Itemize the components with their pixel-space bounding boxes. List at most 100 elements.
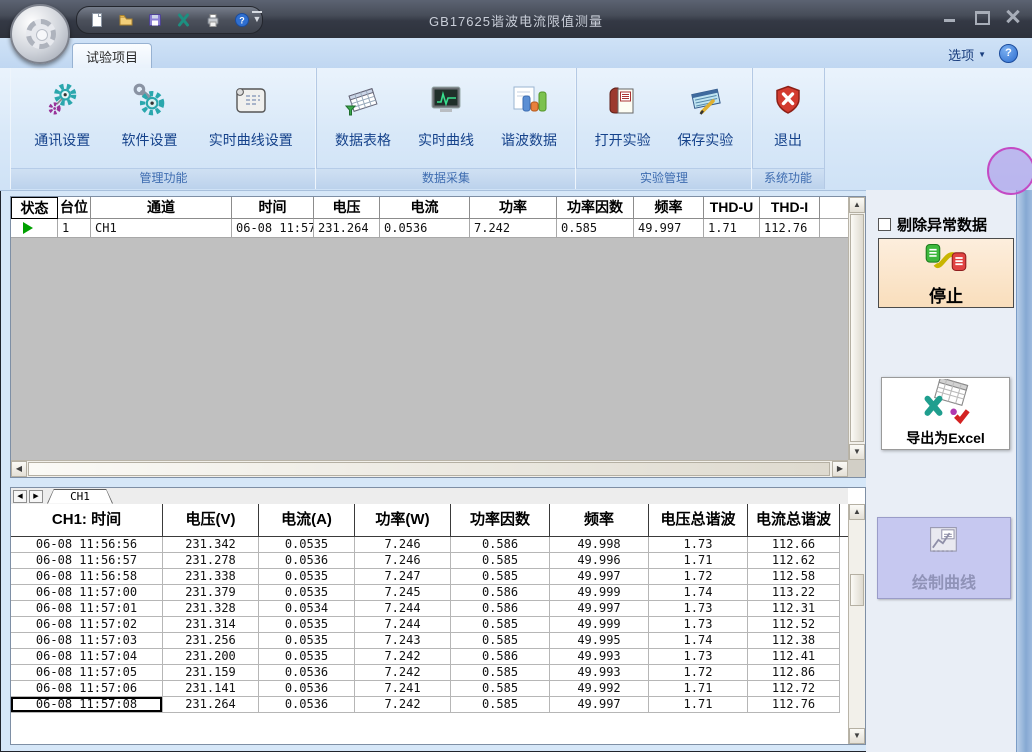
data-cell[interactable]: 231.342 <box>163 537 259 553</box>
data-cell[interactable]: 06-08 11:57:02 <box>11 617 163 633</box>
data-cell[interactable]: 7.245 <box>355 585 451 601</box>
data-cell[interactable]: 0.585 <box>451 681 550 697</box>
status-col-header-4[interactable]: 电压 <box>314 197 380 219</box>
data-cell[interactable]: 1.74 <box>649 585 748 601</box>
status-cell-8[interactable]: 49.997 <box>634 219 704 238</box>
table-row[interactable]: 06-08 11:57:05231.1590.05367.2420.58549.… <box>11 665 848 681</box>
scroll-right-button[interactable]: ▶ <box>832 461 848 477</box>
sheet-next-button[interactable]: ▶ <box>29 490 43 503</box>
stop-button[interactable]: 停止 <box>878 238 1014 308</box>
data-cell[interactable]: 112.66 <box>748 537 840 553</box>
comm-settings-button[interactable]: 通讯设置 <box>26 74 98 168</box>
data-cell[interactable]: 0.0536 <box>259 553 355 569</box>
data-cell[interactable]: 0.585 <box>451 697 550 713</box>
data-cell[interactable]: 113.22 <box>748 585 840 601</box>
data-cell[interactable]: 1.73 <box>649 537 748 553</box>
data-cell[interactable]: 7.242 <box>355 697 451 713</box>
data-cell[interactable]: 112.62 <box>748 553 840 569</box>
data-cell[interactable]: 0.585 <box>451 665 550 681</box>
data-cell[interactable]: 06-08 11:57:03 <box>11 633 163 649</box>
status-cell-9[interactable]: 1.71 <box>704 219 760 238</box>
data-cell[interactable]: 1.74 <box>649 633 748 649</box>
table-row[interactable]: 06-08 11:57:03231.2560.05357.2430.58549.… <box>11 633 848 649</box>
data-cell[interactable]: 49.993 <box>550 649 649 665</box>
data-cell[interactable]: 1.73 <box>649 617 748 633</box>
status-cell-7[interactable]: 0.585 <box>557 219 634 238</box>
status-cell-1[interactable]: 1 <box>58 219 91 238</box>
data-cell[interactable]: 49.995 <box>550 633 649 649</box>
draw-curve-button[interactable]: 绘制曲线 <box>877 517 1011 599</box>
data-cell[interactable]: 231.141 <box>163 681 259 697</box>
sheet-prev-button[interactable]: ◀ <box>13 490 27 503</box>
data-cell[interactable]: 231.256 <box>163 633 259 649</box>
status-cell-0[interactable] <box>11 219 58 238</box>
data-cell[interactable]: 0.0535 <box>259 585 355 601</box>
data-cell[interactable]: 1.73 <box>649 649 748 665</box>
data-cell[interactable]: 06-08 11:57:04 <box>11 649 163 665</box>
status-cell-2[interactable]: CH1 <box>91 219 232 238</box>
data-cell[interactable]: 112.76 <box>748 697 840 713</box>
status-col-header-5[interactable]: 电流 <box>380 197 470 219</box>
data-cell[interactable]: 0.0535 <box>259 633 355 649</box>
scrollbar-thumb[interactable] <box>850 214 864 442</box>
status-cell-6[interactable]: 7.242 <box>470 219 557 238</box>
scroll-down-button[interactable]: ▼ <box>849 728 865 744</box>
data-cell[interactable]: 49.999 <box>550 617 649 633</box>
export-excel-button[interactable]: 导出为Excel <box>881 377 1010 450</box>
table-row[interactable]: 06-08 11:56:58231.3380.05357.2470.58549.… <box>11 569 848 585</box>
data-cell[interactable]: 112.38 <box>748 633 840 649</box>
data-cell[interactable]: 0.585 <box>451 633 550 649</box>
data-cell[interactable]: 112.86 <box>748 665 840 681</box>
data-cell[interactable]: 49.999 <box>550 585 649 601</box>
data-cell[interactable]: 7.244 <box>355 601 451 617</box>
status-cell-5[interactable]: 0.0536 <box>380 219 470 238</box>
data-cell[interactable]: 231.264 <box>163 697 259 713</box>
data-cell[interactable]: 1.71 <box>649 553 748 569</box>
data-table-vertical-scrollbar[interactable]: ▲ ▼ <box>848 504 865 744</box>
data-cell[interactable]: 231.328 <box>163 601 259 617</box>
data-cell[interactable]: 0.586 <box>451 537 550 553</box>
table-row[interactable]: 06-08 11:57:08231.2640.05367.2420.58549.… <box>11 697 848 713</box>
data-cell[interactable]: 112.31 <box>748 601 840 617</box>
software-settings-button[interactable]: 软件设置 <box>114 74 186 168</box>
status-cell-10[interactable]: 112.76 <box>760 219 820 238</box>
table-row[interactable]: 06-08 11:57:01231.3280.05347.2440.58649.… <box>11 601 848 617</box>
help-button[interactable]: ? <box>999 44 1018 63</box>
data-cell[interactable]: 06-08 11:57:06 <box>11 681 163 697</box>
data-cell[interactable]: 0.585 <box>451 553 550 569</box>
close-button[interactable] <box>1006 10 1022 24</box>
status-cell-3[interactable]: 06-08 11:57:08 <box>232 219 314 238</box>
data-cell[interactable]: 0.586 <box>451 649 550 665</box>
scrollbar-thumb[interactable] <box>850 574 864 606</box>
data-cell[interactable]: 0.0536 <box>259 665 355 681</box>
data-cell[interactable]: 7.247 <box>355 569 451 585</box>
data-cell[interactable]: 231.379 <box>163 585 259 601</box>
sheet-tab-ch1[interactable]: CH1 <box>47 489 113 504</box>
scrollbar-thumb[interactable] <box>28 462 830 476</box>
exit-button[interactable]: 退出 <box>763 74 813 168</box>
status-table-vertical-scrollbar[interactable]: ▲ ▼ <box>848 197 865 460</box>
data-cell[interactable]: 0.585 <box>451 569 550 585</box>
data-cell[interactable]: 06-08 11:56:58 <box>11 569 163 585</box>
status-col-header-3[interactable]: 时间 <box>232 197 314 219</box>
data-cell[interactable]: 49.993 <box>550 665 649 681</box>
data-cell[interactable]: 0.0535 <box>259 569 355 585</box>
status-cell-4[interactable]: 231.264 <box>314 219 380 238</box>
save-experiment-button[interactable]: 保存实验 <box>669 74 741 168</box>
data-cell[interactable]: 231.278 <box>163 553 259 569</box>
data-cell[interactable]: 112.58 <box>748 569 840 585</box>
status-col-header-6[interactable]: 功率 <box>470 197 557 219</box>
data-cell[interactable]: 0.0536 <box>259 697 355 713</box>
data-cell[interactable]: 7.246 <box>355 537 451 553</box>
data-cell[interactable]: 1.72 <box>649 569 748 585</box>
table-row[interactable]: 06-08 11:57:02231.3140.05357.2440.58549.… <box>11 617 848 633</box>
data-cell[interactable]: 1.73 <box>649 601 748 617</box>
data-cell[interactable]: 06-08 11:56:57 <box>11 553 163 569</box>
data-cell[interactable]: 0.0535 <box>259 537 355 553</box>
data-cell[interactable]: 49.997 <box>550 569 649 585</box>
data-cell[interactable]: 7.244 <box>355 617 451 633</box>
data-cell[interactable]: 06-08 11:57:01 <box>11 601 163 617</box>
status-col-header-2[interactable]: 通道 <box>91 197 232 219</box>
data-cell[interactable]: 7.241 <box>355 681 451 697</box>
status-col-header-10[interactable]: THD-I <box>760 197 820 219</box>
